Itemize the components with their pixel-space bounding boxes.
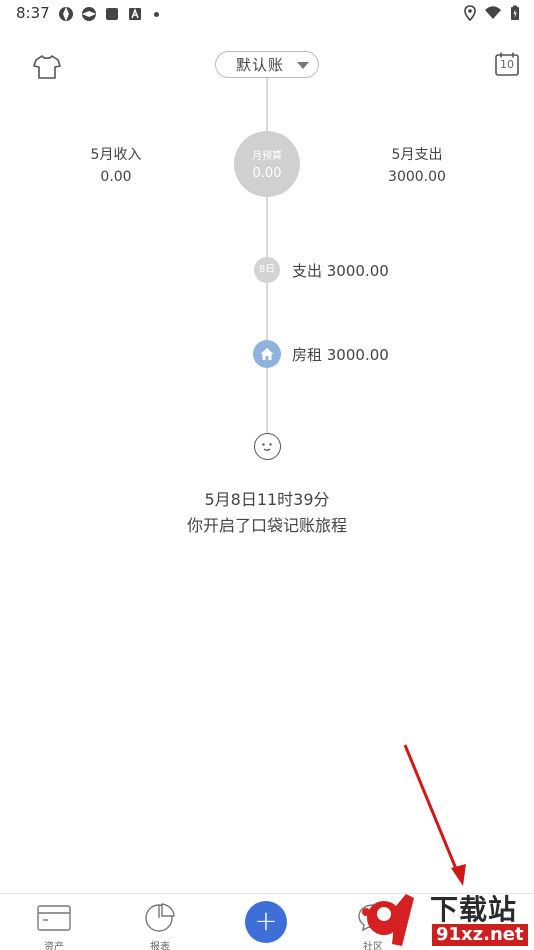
day-badge: 8日 [254, 257, 280, 283]
calendar-day: 10 [500, 58, 514, 71]
nav-report-label: 报表 [150, 942, 170, 950]
add-record-button[interactable]: + [245, 901, 287, 943]
letter-a-icon [129, 8, 141, 20]
watermark-site: 91xz.net [432, 924, 528, 946]
pie-chart-icon [145, 903, 175, 932]
location-icon [464, 5, 476, 21]
caret-down-icon [297, 62, 309, 69]
rent-entry[interactable]: 房租 3000.00 [292, 344, 389, 365]
smile-icon [254, 433, 281, 460]
status-system-icons [464, 5, 520, 21]
status-bar: 8:37 [0, 0, 534, 28]
watermark-brand: 下载站 [430, 893, 518, 926]
nav-assets-label: 资产 [44, 942, 64, 950]
income-label: 5月收入 [90, 147, 142, 163]
nav-assets[interactable]: 资产 [19, 902, 89, 950]
status-time: 8:37 [16, 4, 50, 22]
aperture-icon [82, 7, 96, 21]
ledger-selector[interactable]: 默认账 [215, 51, 319, 78]
card-icon [37, 905, 71, 931]
expense-value: 3000.00 [388, 169, 446, 185]
budget-label: 月预算 [252, 151, 282, 162]
more-notifications-dot [154, 11, 159, 17]
annotation-arrow-icon [403, 744, 466, 886]
wifi-icon [485, 6, 501, 19]
budget-value: 0.00 [252, 166, 282, 181]
watermark: 下载站 91xz.net [362, 888, 534, 950]
square-app-icon [106, 8, 118, 20]
nav-report[interactable]: 报表 [125, 902, 195, 950]
budget-circle[interactable]: 月预算 0.00 [234, 131, 300, 197]
status-notification-icons [58, 6, 159, 22]
expense-summary[interactable]: 5月支出 3000.00 [357, 146, 477, 186]
calendar-button[interactable]: 10 [494, 51, 520, 77]
aperture-icon [59, 7, 73, 21]
journey-start-text: 你开启了口袋记账旅程 [186, 516, 347, 535]
home-icon [260, 348, 274, 360]
day-summary: 支出 3000.00 [292, 262, 389, 280]
expense-label: 5月支出 [391, 147, 443, 163]
income-summary[interactable]: 5月收入 0.00 [56, 146, 176, 186]
watermark-logo-icon [367, 894, 414, 946]
journey-start-date: 5月8日11时39分 [204, 490, 330, 509]
tshirt-icon[interactable] [32, 53, 62, 81]
ledger-name: 默认账 [236, 56, 285, 74]
income-value: 0.00 [100, 169, 132, 185]
rent-category-badge[interactable] [253, 340, 281, 368]
battery-icon [511, 5, 519, 20]
